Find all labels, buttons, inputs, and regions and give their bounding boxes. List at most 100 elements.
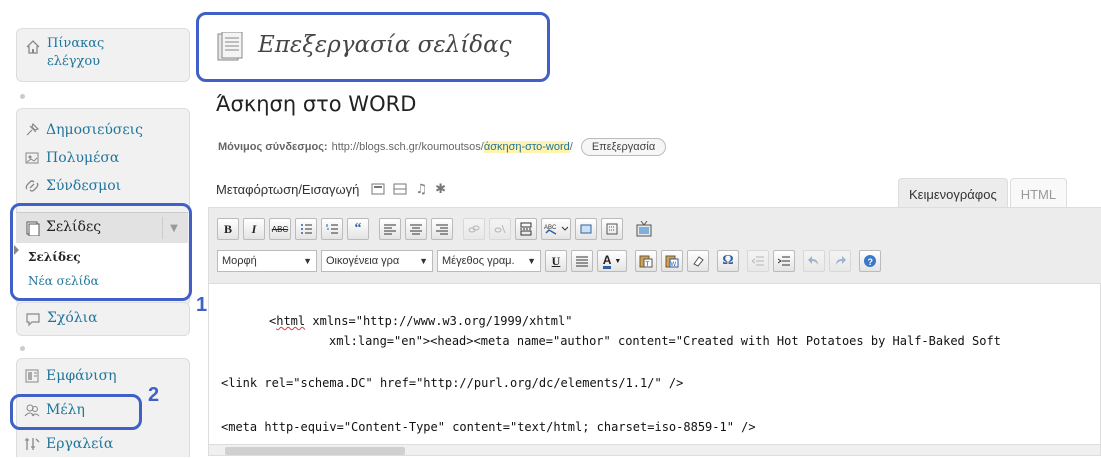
font-family-select-value: Οικογένεια γρα bbox=[326, 255, 400, 267]
sidebar-item-links-label: Σύνδεσμοι bbox=[46, 178, 122, 194]
sidebar-item-media[interactable]: Πολυμέσα bbox=[16, 144, 188, 172]
sidebar-item-media-label: Πολυμέσα bbox=[46, 150, 120, 166]
sidebar-item-links[interactable]: Σύνδεσμοι bbox=[16, 172, 188, 200]
sidebar-item-appearance-label: Εμφάνιση bbox=[46, 368, 117, 384]
chain-link-icon bbox=[24, 178, 40, 194]
eraser-icon[interactable] bbox=[687, 250, 709, 272]
strikethrough-button[interactable]: ABC bbox=[269, 218, 291, 240]
format-select[interactable]: Μορφή ▼ bbox=[217, 250, 317, 272]
admin-sidebar: Πίνακας ελέγχου Δημοσιεύσεις Πολυμέσα Σύ… bbox=[0, 0, 207, 458]
chevron-down-icon: ▼ bbox=[614, 257, 622, 265]
blockquote-icon[interactable]: “ bbox=[347, 218, 369, 240]
add-image-icon[interactable] bbox=[371, 180, 385, 199]
special-char-button[interactable]: Ω bbox=[717, 250, 739, 272]
chevron-down-icon: ▼ bbox=[303, 256, 312, 266]
font-size-select-value: Μέγεθος γραμ. bbox=[442, 255, 515, 267]
align-left-icon[interactable] bbox=[379, 218, 401, 240]
code-line-3: <link rel="schema.DC" href="http://purl.… bbox=[221, 376, 684, 390]
fullscreen-icon[interactable] bbox=[575, 218, 597, 240]
permalink-label: Μόνιμος σύνδεσμος: bbox=[218, 141, 328, 153]
align-right-icon[interactable] bbox=[431, 218, 453, 240]
html-content-area[interactable]: <html xmlns="http://www.w3.org/1999/xhtm… bbox=[208, 283, 1101, 456]
paste-text-icon[interactable]: T bbox=[635, 250, 657, 272]
annotation-number-2: 2 bbox=[148, 384, 160, 406]
link-icon[interactable] bbox=[463, 218, 485, 240]
menu-separator bbox=[20, 94, 25, 99]
editor-toolbar: B I ABC “ ABC Μορφή ▼ Οικογένεια γρα ▼ Μέγ… bbox=[208, 207, 1101, 284]
spellcheck-icon[interactable]: ABC bbox=[541, 218, 571, 240]
sidebar-item-tools-label: Εργαλεία bbox=[46, 436, 114, 452]
tools-icon bbox=[24, 436, 40, 452]
sidebar-item-appearance[interactable]: Εμφάνιση bbox=[16, 362, 188, 390]
annotation-box-pages bbox=[10, 203, 192, 301]
page-heading: Επεξεργασία σελίδας bbox=[196, 12, 550, 82]
comment-icon bbox=[25, 311, 41, 327]
sidebar-item-posts-label: Δημοσιεύσεις bbox=[46, 122, 143, 138]
svg-text:?: ? bbox=[868, 257, 874, 267]
svg-text:W: W bbox=[671, 262, 677, 268]
outdent-icon[interactable] bbox=[747, 250, 769, 272]
bold-button[interactable]: B bbox=[217, 218, 239, 240]
menu-separator bbox=[20, 346, 25, 351]
font-family-select[interactable]: Οικογένεια γρα ▼ bbox=[321, 250, 433, 272]
tab-visual[interactable]: Κειμενογράφος bbox=[898, 178, 1008, 209]
undo-icon[interactable] bbox=[803, 250, 825, 272]
sidebar-item-tools[interactable]: Εργαλεία bbox=[16, 430, 188, 458]
sidebar-item-comments[interactable]: Σχόλια bbox=[16, 302, 190, 336]
upload-bar: Μεταφόρτωση/Εισαγωγή ♫ ✱ bbox=[216, 178, 446, 200]
paste-word-icon[interactable]: W bbox=[661, 250, 683, 272]
add-media-icon[interactable]: ✱ bbox=[435, 182, 446, 197]
format-select-value: Μορφή bbox=[222, 255, 257, 267]
help-icon[interactable]: ? bbox=[859, 250, 881, 272]
redo-icon[interactable] bbox=[829, 250, 851, 272]
code-squiggle: html bbox=[276, 314, 306, 328]
text-color-button[interactable]: A ▼ bbox=[597, 250, 627, 272]
title-input-value: Άσκηση στο WORD bbox=[216, 92, 417, 116]
chevron-down-icon: ▼ bbox=[419, 256, 428, 266]
horizontal-scrollbar[interactable] bbox=[209, 444, 1100, 455]
toolbar-row-2: Μορφή ▼ Οικογένεια γρα ▼ Μέγεθος γραμ. ▼ U … bbox=[217, 248, 885, 274]
annotation-box-heading bbox=[196, 12, 550, 82]
media-icon bbox=[24, 150, 40, 166]
chevron-down-icon: ▼ bbox=[527, 256, 536, 266]
align-center-icon[interactable] bbox=[405, 218, 427, 240]
insert-media-icon[interactable] bbox=[633, 218, 655, 240]
unlink-icon[interactable] bbox=[489, 218, 511, 240]
editor-tabs: Κειμενογράφος HTML bbox=[896, 178, 1068, 209]
numbered-list-icon[interactable] bbox=[321, 218, 343, 240]
bulleted-list-icon[interactable] bbox=[295, 218, 317, 240]
code-line-1: <html xmlns="http://www.w3.org/1999/xhtm… bbox=[269, 314, 573, 328]
sidebar-item-comments-label: Σχόλια bbox=[47, 310, 98, 326]
permalink-row: Μόνιμος σύνδεσμος: http://blogs.sch.gr/k… bbox=[218, 136, 667, 158]
permalink-edit-button[interactable]: Επεξεργασία bbox=[580, 138, 667, 156]
svg-text:T: T bbox=[646, 262, 650, 268]
annotation-box-users bbox=[10, 394, 142, 430]
code-line-2: xml:lang="en"><head><meta name="author" … bbox=[329, 334, 1001, 348]
tab-html[interactable]: HTML bbox=[1009, 178, 1068, 209]
code-line-4: <meta http-equiv="Content-Type" content=… bbox=[221, 420, 756, 434]
kitchen-sink-icon[interactable] bbox=[601, 218, 623, 240]
text-color-button-label: A bbox=[602, 252, 612, 269]
italic-button[interactable]: I bbox=[243, 218, 265, 240]
sidebar-item-dashboard[interactable]: Πίνακας ελέγχου bbox=[16, 28, 190, 82]
add-audio-icon[interactable]: ♫ bbox=[415, 182, 427, 197]
code-line-1-rest: xmlns="http://www.w3.org/1999/xhtml" bbox=[312, 314, 573, 328]
add-video-icon[interactable] bbox=[393, 180, 407, 199]
justify-icon[interactable] bbox=[571, 250, 593, 272]
home-icon bbox=[25, 39, 41, 55]
font-size-select[interactable]: Μέγεθος γραμ. ▼ bbox=[437, 250, 541, 272]
toolbar-row-1: B I ABC “ ABC bbox=[217, 216, 659, 242]
title-input[interactable]: Άσκηση στο WORD bbox=[208, 88, 1101, 124]
scrollbar-thumb[interactable] bbox=[225, 447, 405, 455]
pin-icon bbox=[24, 122, 40, 138]
permalink-base: http://blogs.sch.gr/koumoutsos/ bbox=[331, 141, 484, 153]
appearance-icon bbox=[24, 368, 40, 384]
insert-more-icon[interactable] bbox=[515, 218, 537, 240]
annotation-number-1: 1 bbox=[196, 294, 208, 316]
sidebar-item-dashboard-label: Πίνακας ελέγχου bbox=[47, 36, 105, 69]
indent-icon[interactable] bbox=[773, 250, 795, 272]
sidebar-item-posts[interactable]: Δημοσιεύσεις bbox=[16, 116, 188, 144]
underline-button[interactable]: U bbox=[545, 250, 567, 272]
permalink-trail: / bbox=[569, 141, 573, 153]
permalink-slug[interactable]: άσκηση-στο-word bbox=[483, 141, 570, 153]
